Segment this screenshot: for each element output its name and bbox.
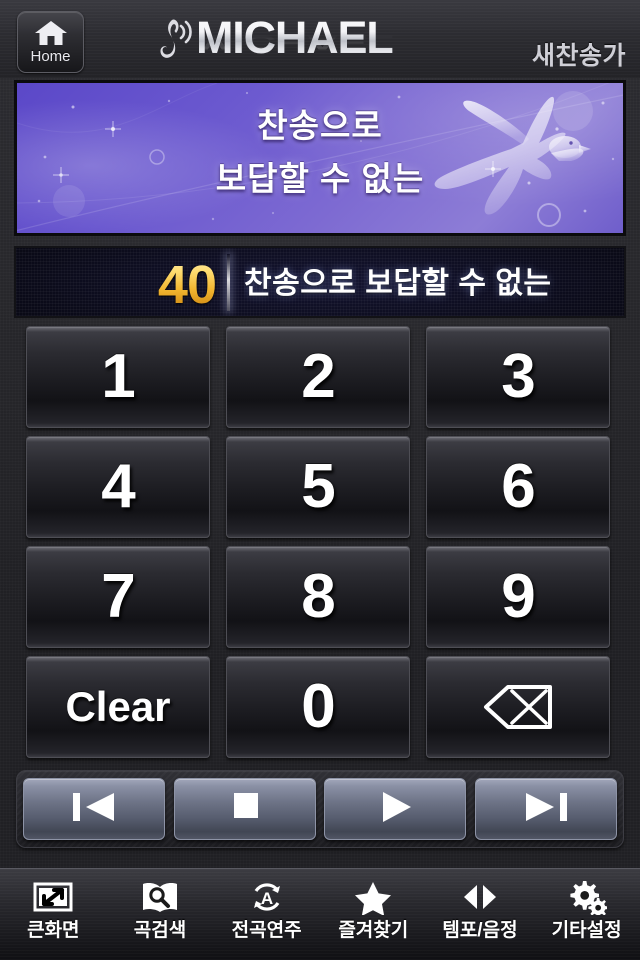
display-divider — [227, 254, 230, 311]
key-0[interactable]: 0 — [226, 656, 410, 758]
home-icon — [34, 19, 68, 47]
home-button[interactable]: Home — [17, 11, 84, 73]
song-title: 찬송으로 보답할 수 없는 — [244, 267, 552, 300]
songbook-label: 새찬송가 — [531, 42, 626, 70]
toolbar-play-all[interactable]: A 전곡연주 — [215, 877, 319, 957]
key-label: 7 — [101, 562, 135, 631]
key-label: Clear — [65, 683, 171, 730]
key-label: 1 — [101, 342, 135, 411]
toolbar-item-label: 템포/음정 — [442, 920, 518, 941]
play-all-loop-icon: A — [247, 877, 287, 917]
key-label: 6 — [501, 452, 535, 521]
key-clear[interactable]: Clear — [26, 656, 210, 758]
skip-next-icon — [518, 788, 574, 831]
key-2[interactable]: 2 — [226, 326, 410, 428]
bottom-toolbar: 큰화면 곡검색 A 전곡연주 즐겨찾기 템포/음정 기타설정 — [0, 868, 640, 960]
song-number: 40 — [111, 256, 217, 314]
key-label: 8 — [301, 562, 335, 631]
banner-lyric-text: 찬송으로 보답할 수 없는 — [215, 107, 425, 197]
stop-icon — [217, 788, 273, 831]
toolbar-favorites[interactable]: 즐겨찾기 — [321, 877, 425, 957]
key-label: 3 — [501, 342, 535, 411]
home-button-label: Home — [30, 48, 71, 65]
transport-controls — [16, 770, 624, 848]
gears-icon — [567, 877, 607, 917]
toolbar-item-label: 곡검색 — [133, 920, 187, 941]
svg-text:A: A — [261, 889, 273, 908]
fullscreen-expand-icon — [33, 877, 73, 917]
key-backspace[interactable] — [426, 656, 610, 758]
key-label: 9 — [501, 562, 535, 631]
brand-name-reflection: MICHAEL — [196, 31, 393, 54]
toolbar-item-label: 즐겨찾기 — [338, 920, 409, 941]
play-button[interactable] — [324, 778, 467, 840]
numeric-keypad: 1 2 3 4 5 6 7 8 9 Clear 0 — [26, 326, 614, 760]
toolbar-item-label: 기타설정 — [551, 920, 622, 941]
next-button[interactable] — [474, 778, 617, 840]
toolbar-item-label: 큰화면 — [27, 920, 80, 941]
play-icon — [367, 788, 423, 831]
star-icon — [353, 877, 393, 917]
key-4[interactable]: 4 — [26, 436, 210, 538]
toolbar-item-label: 전곡연주 — [231, 920, 302, 941]
brand-logo: MICHAEL MICHAEL — [152, 12, 482, 68]
backspace-icon — [482, 682, 554, 732]
song-display-bar: 40 찬송으로 보답할 수 없는 — [14, 246, 626, 318]
key-label: 4 — [101, 452, 135, 521]
toolbar-fullscreen[interactable]: 큰화면 — [1, 877, 105, 957]
key-label: 2 — [301, 342, 335, 411]
key-6[interactable]: 6 — [426, 436, 610, 538]
previous-button[interactable] — [23, 778, 165, 840]
key-label: 0 — [301, 672, 335, 741]
stop-button[interactable] — [173, 778, 316, 840]
key-label: 5 — [301, 452, 335, 521]
toolbar-settings[interactable]: 기타설정 — [535, 877, 639, 957]
app-header: Home MICHAEL MICHAEL 새찬송가 — [0, 0, 640, 78]
treble-clef-sound-icon — [152, 16, 198, 62]
key-3[interactable]: 3 — [426, 326, 610, 428]
key-1[interactable]: 1 — [26, 326, 210, 428]
left-right-arrows-icon — [460, 877, 500, 917]
skip-previous-icon — [66, 788, 122, 831]
book-search-icon — [140, 877, 180, 917]
key-5[interactable]: 5 — [226, 436, 410, 538]
key-8[interactable]: 8 — [226, 546, 410, 648]
key-7[interactable]: 7 — [26, 546, 210, 648]
key-9[interactable]: 9 — [426, 546, 610, 648]
lyric-banner: 찬송으로 보답할 수 없는 — [14, 80, 626, 236]
toolbar-song-search[interactable]: 곡검색 — [108, 877, 212, 957]
toolbar-tempo-pitch[interactable]: 템포/음정 — [428, 877, 532, 957]
